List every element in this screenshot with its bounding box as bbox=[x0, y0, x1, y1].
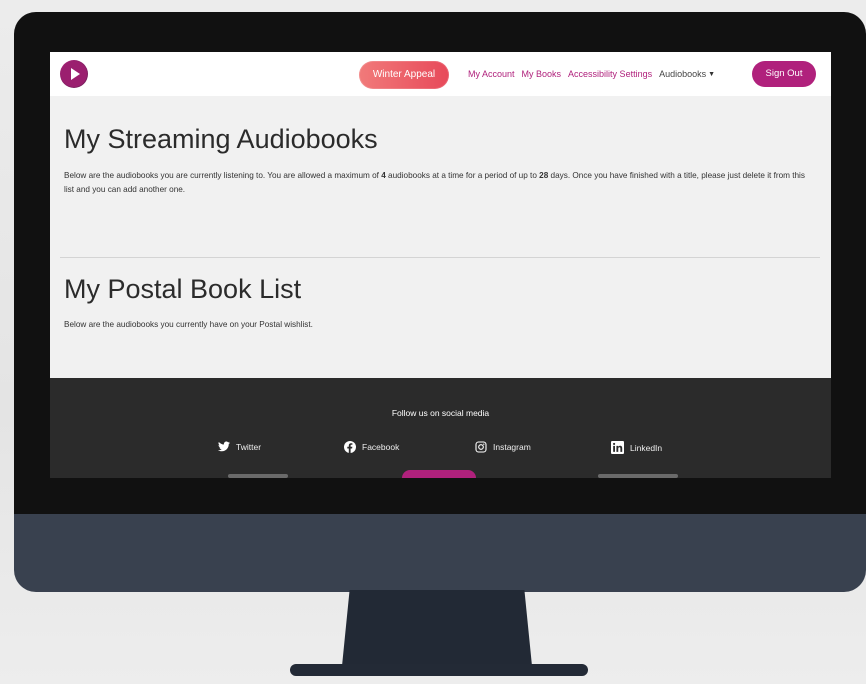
facebook-icon bbox=[344, 441, 356, 453]
audiobooks-dropdown[interactable]: Audiobooks ▼ bbox=[659, 69, 715, 79]
footer-peek-link bbox=[598, 474, 678, 478]
footer-peek-button[interactable] bbox=[402, 470, 476, 478]
nav-link-my-account[interactable]: My Account bbox=[468, 69, 515, 79]
footer: Follow us on social media Twitter Facebo… bbox=[50, 378, 831, 478]
monitor-chin bbox=[14, 514, 866, 592]
top-navigation: Winter Appeal My Account My Books Access… bbox=[50, 52, 831, 96]
screen: Winter Appeal My Account My Books Access… bbox=[50, 52, 831, 478]
twitter-icon bbox=[218, 441, 230, 452]
follow-text: Follow us on social media bbox=[391, 408, 490, 418]
nav-links: My Account My Books Accessibility Settin… bbox=[468, 66, 715, 82]
streaming-title: My Streaming Audiobooks bbox=[64, 124, 378, 154]
social-link-instagram[interactable]: Instagram bbox=[475, 441, 531, 453]
streaming-text-part2: audiobooks at a time for a period of up … bbox=[385, 171, 540, 180]
social-label-linkedin: LinkedIn bbox=[630, 442, 663, 453]
monitor-stand-base bbox=[290, 664, 588, 676]
monitor-stand-neck bbox=[342, 590, 532, 666]
audiobooks-dropdown-label: Audiobooks bbox=[659, 69, 707, 79]
winter-appeal-button[interactable]: Winter Appeal bbox=[359, 61, 449, 89]
linkedin-icon bbox=[611, 441, 624, 454]
postal-title: My Postal Book List bbox=[64, 274, 302, 304]
social-link-twitter[interactable]: Twitter bbox=[218, 441, 261, 452]
logo-icon[interactable] bbox=[60, 60, 88, 88]
social-label-facebook: Facebook bbox=[362, 442, 400, 452]
streaming-text-part1: Below are the audiobooks you are current… bbox=[64, 171, 382, 180]
section-divider bbox=[60, 257, 820, 258]
social-link-facebook[interactable]: Facebook bbox=[344, 441, 399, 453]
social-label-twitter: Twitter bbox=[236, 441, 262, 452]
footer-peek-phone bbox=[228, 474, 288, 478]
nav-link-accessibility-settings[interactable]: Accessibility Settings bbox=[568, 69, 652, 79]
caret-down-icon: ▼ bbox=[708, 70, 716, 78]
sign-out-button[interactable]: Sign Out bbox=[752, 61, 816, 87]
streaming-description: Below are the audiobooks you are current… bbox=[64, 169, 814, 197]
nav-link-my-books[interactable]: My Books bbox=[522, 69, 562, 79]
social-link-linkedin[interactable]: LinkedIn bbox=[611, 441, 662, 454]
instagram-icon bbox=[475, 441, 487, 453]
postal-description: Below are the audiobooks you currently h… bbox=[64, 320, 313, 329]
max-days-count: 28 bbox=[539, 171, 549, 180]
social-label-instagram: Instagram bbox=[493, 442, 531, 452]
